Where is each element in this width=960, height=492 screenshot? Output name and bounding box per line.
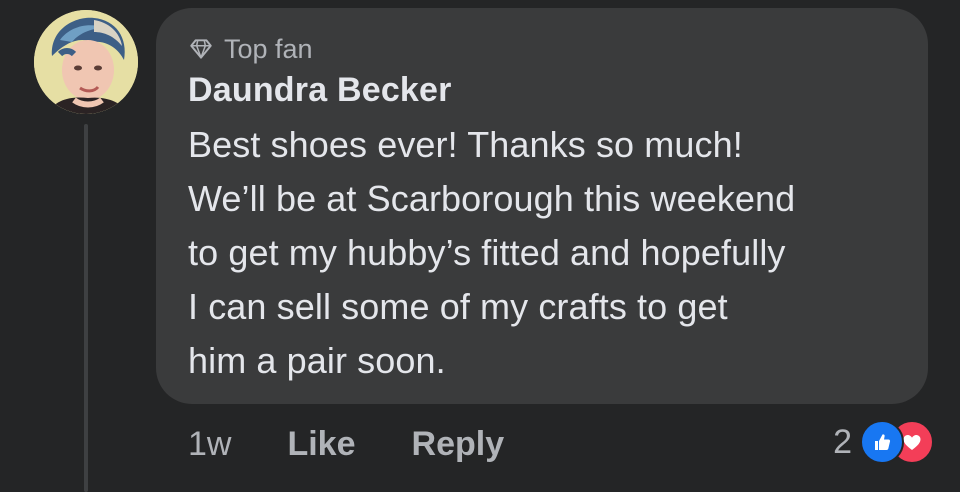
comment-actions: 1w Like Reply [188, 420, 504, 468]
author-name[interactable]: Daundra Becker [188, 68, 896, 112]
comment-thread: Top fan Daundra Becker Best shoes ever! … [0, 0, 960, 492]
reaction-count: 2 [833, 422, 852, 461]
thread-line [84, 124, 88, 492]
diamond-icon [188, 36, 214, 62]
reply-button[interactable]: Reply [412, 425, 505, 464]
avatar[interactable] [34, 10, 138, 114]
like-icon [860, 420, 904, 464]
comment-text: Best shoes ever! Thanks so much! We’ll b… [188, 124, 796, 381]
reaction-icons [860, 420, 934, 464]
reactions-summary[interactable]: 2 [833, 418, 934, 466]
top-fan-badge[interactable]: Top fan [188, 32, 896, 66]
badge-label: Top fan [224, 34, 313, 64]
comment-bubble: Top fan Daundra Becker Best shoes ever! … [156, 8, 928, 404]
avatar-image [34, 10, 138, 114]
like-button[interactable]: Like [287, 425, 355, 464]
timestamp[interactable]: 1w [188, 425, 231, 464]
